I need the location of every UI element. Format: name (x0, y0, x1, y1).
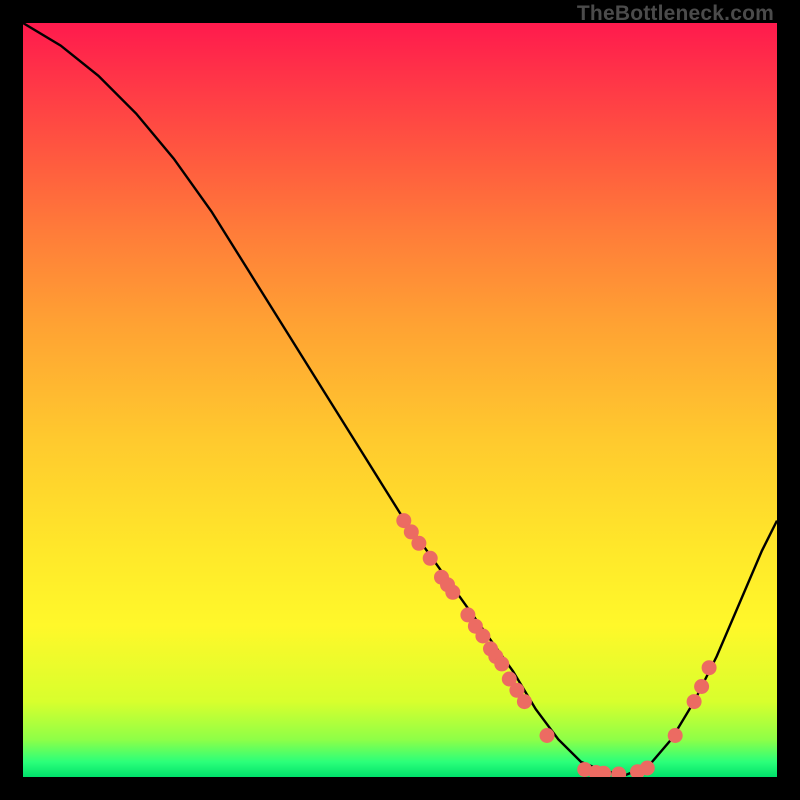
data-point-marker (577, 762, 592, 777)
data-point-marker (440, 577, 455, 592)
bottleneck-curve-line (23, 23, 777, 775)
data-point-marker (396, 513, 411, 528)
data-point-marker (687, 694, 702, 709)
data-point-marker (468, 619, 483, 634)
data-point-marker (668, 728, 683, 743)
data-point-marker (404, 524, 419, 539)
data-point-marker (694, 679, 709, 694)
data-point-marker (434, 570, 449, 585)
data-point-marker (640, 761, 655, 776)
data-point-marker (596, 766, 611, 777)
data-point-marker (411, 536, 426, 551)
data-point-marker (540, 728, 555, 743)
data-point-marker (488, 649, 503, 664)
data-point-marker (611, 767, 626, 778)
data-point-marker (445, 585, 460, 600)
data-point-marker (509, 683, 524, 698)
bottleneck-chart-svg (23, 23, 777, 777)
data-point-marker (475, 629, 490, 644)
data-point-marker (502, 672, 517, 687)
data-point-markers (396, 513, 716, 777)
data-point-marker (589, 765, 604, 777)
watermark-text: TheBottleneck.com (577, 2, 774, 26)
data-point-marker (702, 660, 717, 675)
data-point-marker (423, 551, 438, 566)
data-point-marker (494, 656, 509, 671)
data-point-marker (483, 641, 498, 656)
data-point-marker (460, 607, 475, 622)
chart-plot-area (23, 23, 777, 777)
data-point-marker (517, 694, 532, 709)
data-point-marker (630, 764, 645, 777)
